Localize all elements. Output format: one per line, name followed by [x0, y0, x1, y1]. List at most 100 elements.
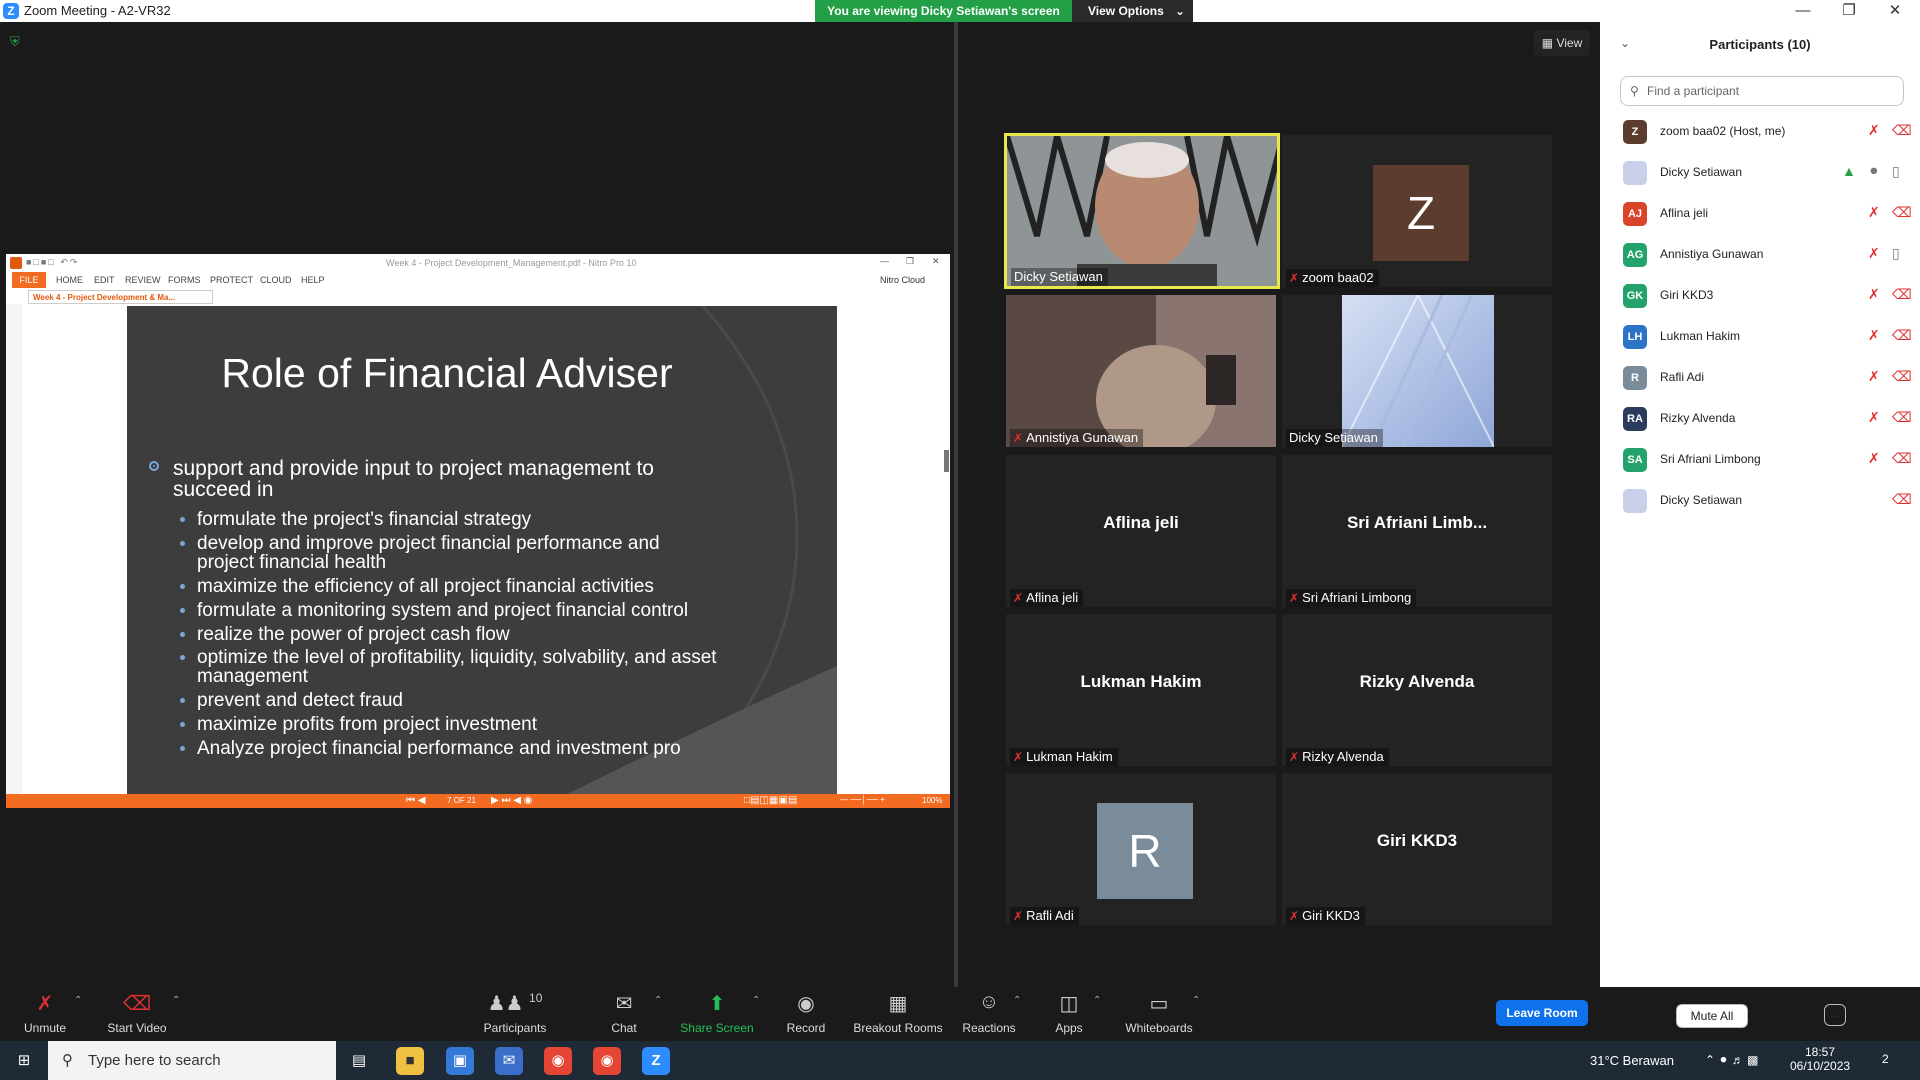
participant-row[interactable]: RA Rizky Alvenda ✗ ⌫: [1600, 397, 1920, 438]
taskbar-weather[interactable]: 31°C Berawan: [1590, 1053, 1674, 1068]
video-tile-rafli-adi[interactable]: R ✗ Rafli Adi: [1006, 773, 1276, 925]
close-icon[interactable]: ✕: [1872, 0, 1918, 22]
share-screen-button[interactable]: ⬆ Share Screen: [672, 987, 762, 1041]
view-options-button[interactable]: View Options ⌄: [1072, 0, 1193, 22]
whiteboards-button[interactable]: ▭ Whiteboards: [1114, 987, 1204, 1041]
mic-muted-icon[interactable]: ✗: [1868, 327, 1880, 344]
slide-main-bullet-text: support and provide input to project man…: [173, 457, 654, 501]
mic-muted-icon[interactable]: ✗: [1868, 409, 1880, 426]
slide-sub-bullet: Analyze project financial performance an…: [180, 739, 757, 758]
video-off-icon[interactable]: ⌫: [1892, 204, 1912, 221]
breakout-rooms-button[interactable]: ▦ Breakout Rooms: [848, 987, 948, 1041]
tile-center-name: Aflina jeli: [1103, 513, 1179, 532]
view-button[interactable]: ▦ View: [1534, 30, 1590, 56]
task-view-icon[interactable]: ▤: [345, 1047, 373, 1075]
chevron-up-icon[interactable]: ⌃: [1013, 995, 1021, 1006]
leave-room-button[interactable]: Leave Room: [1496, 1000, 1588, 1026]
participant-row[interactable]: AJ Aflina jeli ✗ ⌫: [1600, 192, 1920, 233]
video-off-icon[interactable]: ⌫: [1892, 327, 1912, 344]
mic-muted-icon[interactable]: ✗: [1868, 122, 1880, 139]
video-off-icon[interactable]: ⌫: [1892, 368, 1912, 385]
video-tile-giri-kkd3[interactable]: Giri KKD3 ✗ Giri KKD3: [1282, 773, 1552, 925]
taskbar-clock[interactable]: 18:57 06/10/2023: [1790, 1045, 1850, 1073]
file-explorer-icon[interactable]: ■: [396, 1047, 424, 1075]
mic-muted-icon: ✗: [1289, 750, 1300, 764]
chevron-up-icon[interactable]: ⌃: [1093, 995, 1101, 1006]
slide-sub-bullet: prevent and detect fraud: [180, 691, 717, 710]
restore-icon[interactable]: ❐: [1826, 0, 1872, 22]
split-divider[interactable]: [954, 22, 958, 987]
video-off-icon[interactable]: ⌫: [1892, 122, 1912, 139]
mic-muted-icon: ✗: [1013, 431, 1024, 445]
participant-name: Rizky Alvenda: [1660, 411, 1736, 425]
chevron-up-icon[interactable]: ⌃: [654, 995, 662, 1006]
video-tile-dicky-setiawan[interactable]: Dicky Setiawan: [1004, 133, 1280, 289]
page-indicator: 7 OF 21: [447, 796, 476, 805]
video-off-icon[interactable]: ⌫: [1892, 450, 1912, 467]
mail-icon[interactable]: ✉: [495, 1047, 523, 1075]
tile-name-label: ✗ Sri Afriani Limbong: [1286, 589, 1417, 607]
reactions-label: Reactions: [962, 1021, 1016, 1035]
video-tile-zoom-baa02[interactable]: Z ✗ zoom baa02: [1282, 135, 1552, 287]
mic-muted-icon[interactable]: ✗: [1868, 245, 1880, 262]
video-tile-sri-afriani-limbong[interactable]: Sri Afriani Limb... ✗ Sri Afriani Limbong: [1282, 455, 1552, 607]
video-off-icon[interactable]: ⌫: [1892, 409, 1912, 426]
mute-all-button[interactable]: Mute All: [1676, 1004, 1748, 1028]
nitro-cloud-label: Nitro Cloud: [880, 275, 926, 285]
video-tile-annistiya-gunawan[interactable]: ✗ Annistiya Gunawan: [1006, 295, 1276, 447]
participant-row[interactable]: GK Giri KKD3 ✗ ⌫: [1600, 274, 1920, 315]
minimize-icon[interactable]: —: [1780, 0, 1826, 22]
security-shield-icon[interactable]: ⛨: [10, 34, 20, 50]
participant-row[interactable]: LH Lukman Hakim ✗ ⌫: [1600, 315, 1920, 356]
video-icon[interactable]: ▯: [1892, 245, 1900, 262]
more-options-button[interactable]: ...: [1824, 1004, 1846, 1026]
chrome-profile-icon[interactable]: ◉: [593, 1047, 621, 1075]
avatar: RA: [1623, 407, 1647, 431]
participants-button[interactable]: ♟♟ 10 Participants: [470, 987, 560, 1041]
breakout-rooms-icon: ▦: [888, 993, 908, 1015]
participant-search-input[interactable]: ⚲ Find a participant: [1620, 76, 1904, 106]
mic-icon[interactable]: ⚫: [1868, 163, 1880, 180]
store-icon[interactable]: ▣: [446, 1047, 474, 1075]
mic-muted-icon[interactable]: ✗: [1868, 368, 1880, 385]
video-off-icon[interactable]: ⌫: [1892, 286, 1912, 303]
windows-start-icon[interactable]: ⊞: [10, 1047, 38, 1075]
taskbar-search-input[interactable]: ⚲ Type here to search: [48, 1041, 336, 1080]
participant-row[interactable]: Dicky Setiawan ⌫: [1600, 479, 1920, 520]
participant-row[interactable]: AG Annistiya Gunawan ✗ ▯: [1600, 233, 1920, 274]
tile-name-text: Lukman Hakim: [1026, 749, 1113, 764]
participant-row[interactable]: Z zoom baa02 (Host, me) ✗ ⌫: [1600, 110, 1920, 151]
start-video-button[interactable]: ⌫ Start Video: [92, 987, 182, 1041]
view-options-label: View Options: [1088, 4, 1164, 18]
video-tile-lukman-hakim[interactable]: Lukman Hakim ✗ Lukman Hakim: [1006, 614, 1276, 766]
slide-sub-bullet: realize the power of project cash flow: [180, 625, 717, 644]
participant-row[interactable]: R Rafli Adi ✗ ⌫: [1600, 356, 1920, 397]
share-screen-label: Share Screen: [680, 1021, 754, 1035]
video-tile-aflina-jeli[interactable]: Aflina jeli ✗ Aflina jeli: [1006, 455, 1276, 607]
chevron-up-icon[interactable]: ⌃: [752, 995, 760, 1006]
chevron-up-icon[interactable]: ⌃: [1192, 995, 1200, 1006]
chevron-up-icon[interactable]: ⌃: [74, 995, 82, 1006]
video-off-icon[interactable]: ⌫: [1892, 491, 1912, 508]
nitro-menu-file: FILE: [12, 272, 46, 288]
mic-muted-icon[interactable]: ✗: [1868, 286, 1880, 303]
nitro-minimize-icon: —: [880, 256, 889, 266]
zoom-app-icon[interactable]: Z: [642, 1047, 670, 1075]
chrome-icon[interactable]: ◉: [544, 1047, 572, 1075]
taskbar-date: 06/10/2023: [1790, 1059, 1851, 1073]
search-icon: ⚲: [1630, 84, 1639, 98]
video-icon[interactable]: ▯: [1892, 163, 1900, 180]
video-tile-dicky-setiawan-2[interactable]: Dicky Setiawan: [1282, 295, 1552, 447]
video-off-icon: ⌫: [122, 993, 152, 1015]
video-tile-rizky-alvenda[interactable]: Rizky Alvenda ✗ Rizky Alvenda: [1282, 614, 1552, 766]
participant-row[interactable]: SA Sri Afriani Limbong ✗ ⌫: [1600, 438, 1920, 479]
notification-badge[interactable]: 2: [1882, 1052, 1889, 1066]
mic-muted-icon[interactable]: ✗: [1868, 204, 1880, 221]
participant-row[interactable]: Dicky Setiawan ▲ ⚫ ▯: [1600, 151, 1920, 192]
avatar: [1623, 489, 1647, 513]
tile-name-text: Giri KKD3: [1302, 908, 1360, 923]
chevron-up-icon[interactable]: ⌃: [172, 995, 180, 1006]
record-button[interactable]: ◉ Record: [761, 987, 851, 1041]
mic-muted-icon[interactable]: ✗: [1868, 450, 1880, 467]
system-tray-icons[interactable]: ⌃ ⚫ ♬ ▩: [1705, 1053, 1758, 1067]
